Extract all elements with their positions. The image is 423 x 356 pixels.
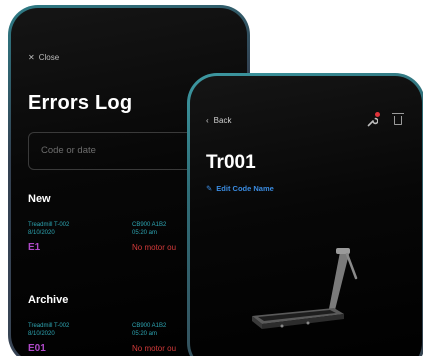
back-label: Back xyxy=(213,116,232,125)
device-info: Treadmill T-002 8/10/2020 xyxy=(28,221,69,237)
serial-number: CB900 A1B2 xyxy=(132,222,167,228)
trash-icon[interactable] xyxy=(392,113,404,125)
error-time: 05:20 am xyxy=(132,230,158,236)
chevron-left-icon: ‹ xyxy=(206,116,209,125)
page-title: Errors Log xyxy=(28,92,133,114)
error-time: 05:20 am xyxy=(132,331,158,337)
edit-label: Edit Code Name xyxy=(216,184,274,193)
code-detail-screen: ‹ Back Tr001 ✎ Edit Code Name xyxy=(190,76,422,356)
section-heading-archive: Archive xyxy=(28,294,69,306)
top-actions xyxy=(367,112,404,127)
close-button[interactable]: ✕ Close xyxy=(28,53,59,62)
close-icon: ✕ xyxy=(28,53,35,62)
error-date: 8/10/2020 xyxy=(28,331,55,337)
error-code: E01 xyxy=(28,343,46,354)
serial-number: CB900 A1B2 xyxy=(132,323,167,329)
back-button[interactable]: ‹ Back xyxy=(206,116,231,125)
error-date: 8/10/2020 xyxy=(28,230,55,236)
alert-dot xyxy=(375,112,380,117)
treadmill-image xyxy=(252,248,358,329)
serial-info: CB900 A1B2 05:20 am xyxy=(132,322,166,338)
section-heading-new: New xyxy=(28,193,51,205)
device-name: Treadmill T-002 xyxy=(28,222,70,228)
pencil-icon: ✎ xyxy=(206,184,213,193)
wrench-alert-icon[interactable] xyxy=(367,112,380,127)
device-name: Treadmill T-002 xyxy=(28,323,70,329)
code-detail-phone: ‹ Back Tr001 ✎ Edit Code Name xyxy=(187,73,423,356)
serial-info: CB900 A1B2 05:20 am xyxy=(132,221,166,237)
code-name-title: Tr001 xyxy=(206,152,256,173)
error-message: No motor ou xyxy=(132,243,177,252)
error-code: E1 xyxy=(28,242,41,253)
edit-code-name-link[interactable]: ✎ Edit Code Name xyxy=(206,184,274,193)
device-info: Treadmill T-002 8/10/2020 xyxy=(28,322,69,338)
close-label: Close xyxy=(38,53,60,62)
error-message: No motor ou xyxy=(132,344,177,353)
